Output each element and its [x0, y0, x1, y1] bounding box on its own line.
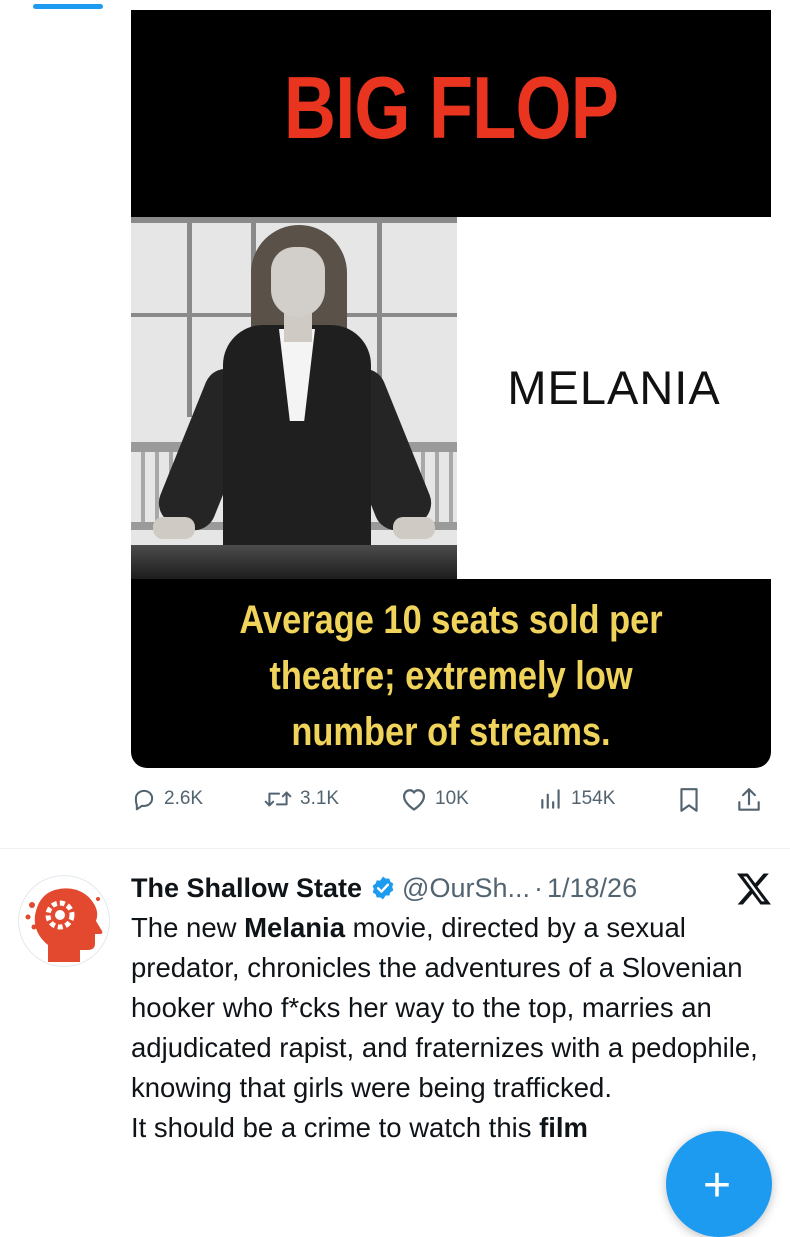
reply-count: 2.6K — [164, 788, 204, 809]
post-date[interactable]: 1/18/26 — [547, 873, 637, 904]
display-name[interactable]: The Shallow State — [131, 873, 362, 904]
subtitle-line: Average 10 seats sold per — [239, 598, 663, 642]
reply-icon — [134, 789, 154, 811]
highlight-film[interactable]: film — [539, 1112, 588, 1143]
post-paragraph: The new Melania movie, directed by a sex… — [131, 912, 758, 1103]
user-handle[interactable]: @OurSh... — [402, 873, 530, 904]
verified-badge-icon — [370, 875, 396, 901]
avatar[interactable] — [18, 875, 110, 967]
bookmark-button[interactable] — [677, 786, 701, 814]
like-count: 10K — [435, 788, 469, 809]
film-title: MELANIA — [507, 361, 721, 414]
active-tab-indicator — [33, 4, 103, 9]
share-icon — [738, 788, 760, 811]
x-logo-icon — [737, 873, 771, 905]
views-icon — [541, 789, 560, 809]
repost-count: 3.1K — [300, 788, 340, 809]
tweet-media-image[interactable]: BIG FLOP MELANIA Average 10 seats sold p… — [131, 10, 771, 768]
separator-dot: · — [534, 872, 543, 903]
like-button[interactable]: 10K — [400, 786, 469, 812]
media-photo-band: MELANIA — [131, 217, 771, 579]
post-text: The new Melania movie, directed by a sex… — [131, 908, 761, 1148]
subtitle-line: number of streams. — [291, 710, 611, 754]
post-header: The Shallow State @OurSh... · 1/18/26 — [131, 866, 790, 910]
subtitle-line: theatre; extremely low — [269, 654, 633, 698]
media-subtitle: Average 10 seats sold per theatre; extre… — [176, 592, 726, 760]
view-count: 154K — [571, 788, 616, 809]
reply-button[interactable]: 2.6K — [131, 786, 203, 812]
post-divider — [0, 848, 790, 849]
portrait-photo — [131, 217, 457, 579]
post-paragraph: It should be a crime to watch this film — [131, 1112, 588, 1143]
compose-post-button[interactable]: + — [666, 1131, 772, 1237]
plus-icon: + — [703, 1159, 732, 1212]
share-button[interactable] — [736, 786, 762, 814]
brain-gear-icon — [25, 888, 103, 962]
views-button[interactable]: 154K — [538, 786, 615, 812]
like-icon — [402, 789, 426, 811]
hashtag-melania[interactable]: Melania — [244, 912, 345, 943]
tweet-action-bar: 2.6K 3.1K 10K 154K — [131, 786, 771, 822]
repost-button[interactable]: 3.1K — [263, 786, 339, 812]
media-headline: BIG FLOP — [283, 58, 619, 157]
repost-icon — [264, 791, 292, 807]
bookmark-icon — [680, 788, 698, 812]
